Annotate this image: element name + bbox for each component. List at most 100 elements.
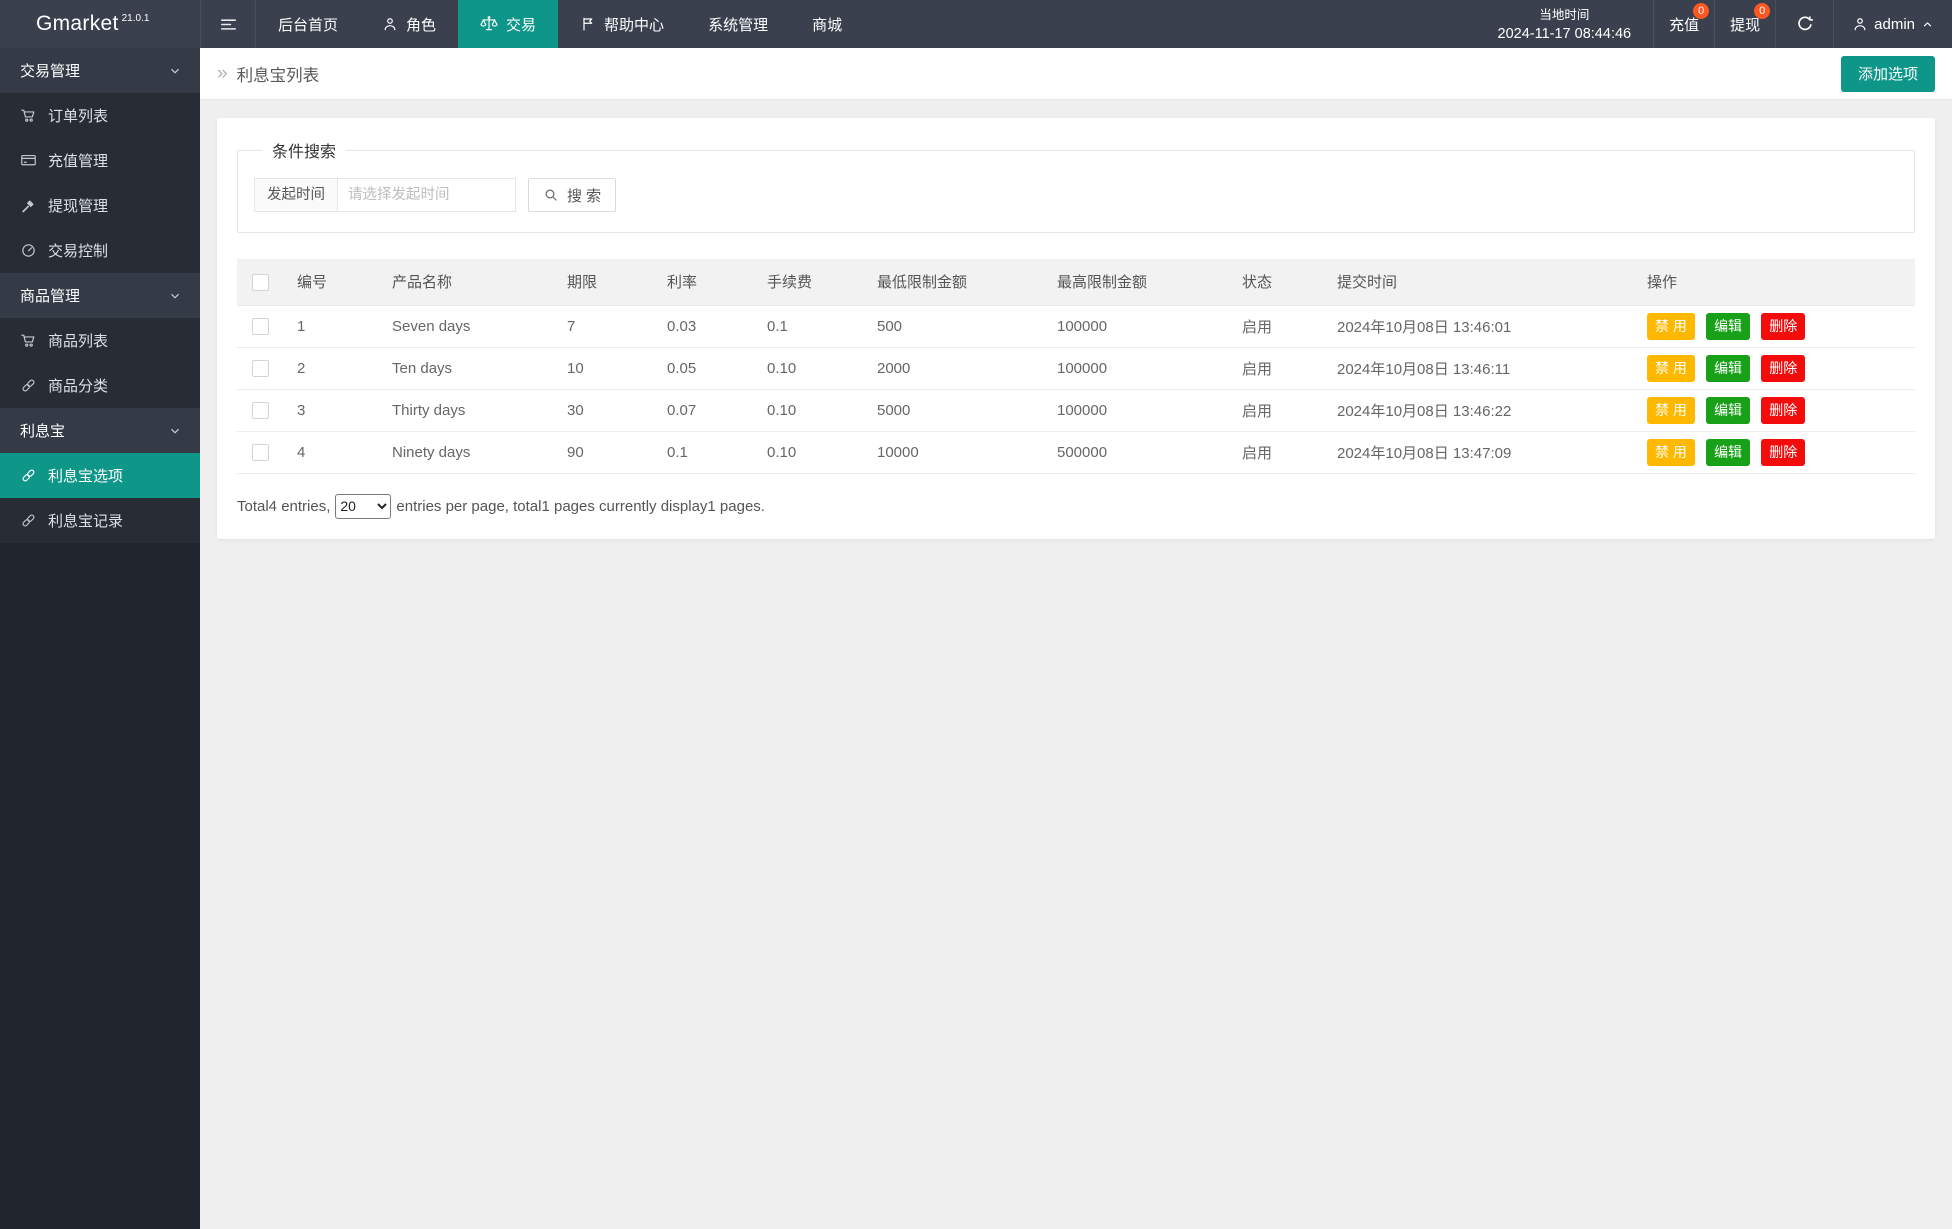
column-header-max: 最高限制金额 <box>1042 259 1227 305</box>
search-legend: 条件搜索 <box>262 138 346 162</box>
select-all-checkbox[interactable] <box>252 274 269 291</box>
column-header-term: 期限 <box>552 259 652 305</box>
column-header-fee: 手续费 <box>752 259 862 305</box>
refresh-button[interactable] <box>1775 0 1833 48</box>
cell-term: 90 <box>552 431 652 473</box>
sidebar-item-withdraw-management[interactable]: 提现管理 <box>0 183 200 228</box>
nav-item-label: 商城 <box>812 14 842 35</box>
cell-time: 2024年10月08日 13:46:11 <box>1322 347 1632 389</box>
link-icon <box>20 467 37 484</box>
chevron-down-icon <box>168 289 182 303</box>
table-row: 1 Seven days 7 0.03 0.1 500 100000 启用 20… <box>237 305 1915 347</box>
cell-name: Ninety days <box>377 431 552 473</box>
nav-item-mall[interactable]: 商城 <box>790 0 864 48</box>
nav-item-trade[interactable]: 交易 <box>458 0 558 48</box>
sidebar-item-product-list[interactable]: 商品列表 <box>0 318 200 363</box>
search-icon <box>543 187 559 203</box>
cell-rate: 0.03 <box>652 305 752 347</box>
app-logo-text: Gmarket <box>36 12 119 36</box>
nav-item-label: 角色 <box>406 14 436 35</box>
cell-id: 4 <box>282 431 377 473</box>
row-checkbox[interactable] <box>252 402 269 419</box>
chevron-up-icon <box>1921 18 1934 31</box>
user-menu[interactable]: admin <box>1833 0 1952 48</box>
table-header-row: 编号 产品名称 期限 利率 手续费 最低限制金额 最高限制金额 状态 提交时间 … <box>237 259 1915 305</box>
app-version: 21.0.1 <box>122 13 150 24</box>
sidebar-section-title: 交易管理 <box>20 60 80 81</box>
nav-item-roles[interactable]: 角色 <box>360 0 458 48</box>
search-fieldset: 条件搜索 发起时间 搜 索 <box>237 138 1915 233</box>
breadcrumb-bar: » 利息宝列表 添加选项 <box>200 48 1952 100</box>
edit-button[interactable]: 编辑 <box>1706 397 1750 424</box>
cell-time: 2024年10月08日 13:47:09 <box>1322 431 1632 473</box>
pagination-prefix: Total4 entries, <box>237 498 330 515</box>
sidebar-section-trade-management[interactable]: 交易管理 <box>0 48 200 93</box>
edit-button[interactable]: 编辑 <box>1706 439 1750 466</box>
column-header-actions: 操作 <box>1632 259 1915 305</box>
row-checkbox[interactable] <box>252 360 269 377</box>
sidebar-item-trade-control[interactable]: 交易控制 <box>0 228 200 273</box>
cell-term: 10 <box>552 347 652 389</box>
options-table: 编号 产品名称 期限 利率 手续费 最低限制金额 最高限制金额 状态 提交时间 … <box>237 259 1915 474</box>
sidebar-toggle-button[interactable] <box>200 0 256 48</box>
cell-max: 100000 <box>1042 305 1227 347</box>
sidebar-item-label: 交易控制 <box>48 240 108 261</box>
delete-button[interactable]: 删除 <box>1761 313 1805 340</box>
cell-status: 启用 <box>1227 431 1322 473</box>
cell-term: 7 <box>552 305 652 347</box>
edit-button[interactable]: 编辑 <box>1706 355 1750 382</box>
sidebar-section-interest-treasure[interactable]: 利息宝 <box>0 408 200 453</box>
cell-fee: 0.1 <box>752 305 862 347</box>
sidebar-item-order-list[interactable]: 订单列表 <box>0 93 200 138</box>
search-button[interactable]: 搜 索 <box>528 178 616 212</box>
sidebar-item-interest-records[interactable]: 利息宝记录 <box>0 498 200 543</box>
nav-item-system-management[interactable]: 系统管理 <box>686 0 790 48</box>
row-checkbox[interactable] <box>252 444 269 461</box>
chevron-down-icon <box>168 64 182 78</box>
start-time-label: 发起时间 <box>254 178 338 212</box>
search-button-label: 搜 索 <box>567 185 601 206</box>
delete-button[interactable]: 删除 <box>1761 439 1805 466</box>
delete-button[interactable]: 删除 <box>1761 355 1805 382</box>
recharge-button[interactable]: 充值 0 <box>1653 0 1714 48</box>
sidebar-section-title: 利息宝 <box>20 420 65 441</box>
sidebar-item-recharge-management[interactable]: 充值管理 <box>0 138 200 183</box>
column-header-min: 最低限制金额 <box>862 259 1042 305</box>
cell-rate: 0.07 <box>652 389 752 431</box>
nav-item-dashboard[interactable]: 后台首页 <box>256 0 360 48</box>
sidebar-item-label: 商品列表 <box>48 330 108 351</box>
select-all-cell <box>237 259 282 305</box>
page-size-select[interactable]: 20 <box>335 494 391 519</box>
cell-min: 10000 <box>862 431 1042 473</box>
sidebar-item-interest-options[interactable]: 利息宝选项 <box>0 453 200 498</box>
start-time-input[interactable] <box>338 178 516 212</box>
cell-min: 2000 <box>862 347 1042 389</box>
sidebar-section-title: 商品管理 <box>20 285 80 306</box>
chevron-down-icon <box>168 424 182 438</box>
nav-item-label: 帮助中心 <box>604 14 664 35</box>
gauge-icon <box>20 242 37 259</box>
withdraw-button[interactable]: 提现 0 <box>1714 0 1775 48</box>
edit-button[interactable]: 编辑 <box>1706 313 1750 340</box>
nav-item-label: 交易 <box>506 14 536 35</box>
cell-status: 启用 <box>1227 347 1322 389</box>
cell-id: 1 <box>282 305 377 347</box>
disable-button[interactable]: 禁 用 <box>1647 313 1695 340</box>
sidebar-section-product-management[interactable]: 商品管理 <box>0 273 200 318</box>
add-option-button[interactable]: 添加选项 <box>1841 56 1935 92</box>
disable-button[interactable]: 禁 用 <box>1647 397 1695 424</box>
cell-time: 2024年10月08日 13:46:01 <box>1322 305 1632 347</box>
cell-min: 500 <box>862 305 1042 347</box>
main-content: 条件搜索 发起时间 搜 索 编号 <box>200 100 1952 1229</box>
delete-button[interactable]: 删除 <box>1761 397 1805 424</box>
gavel-icon <box>20 197 37 214</box>
cell-min: 5000 <box>862 389 1042 431</box>
disable-button[interactable]: 禁 用 <box>1647 355 1695 382</box>
sidebar-item-product-category[interactable]: 商品分类 <box>0 363 200 408</box>
cell-term: 30 <box>552 389 652 431</box>
nav-item-help-center[interactable]: 帮助中心 <box>558 0 686 48</box>
cart-icon <box>20 332 37 349</box>
disable-button[interactable]: 禁 用 <box>1647 439 1695 466</box>
row-checkbox[interactable] <box>252 318 269 335</box>
sidebar-item-label: 充值管理 <box>48 150 108 171</box>
